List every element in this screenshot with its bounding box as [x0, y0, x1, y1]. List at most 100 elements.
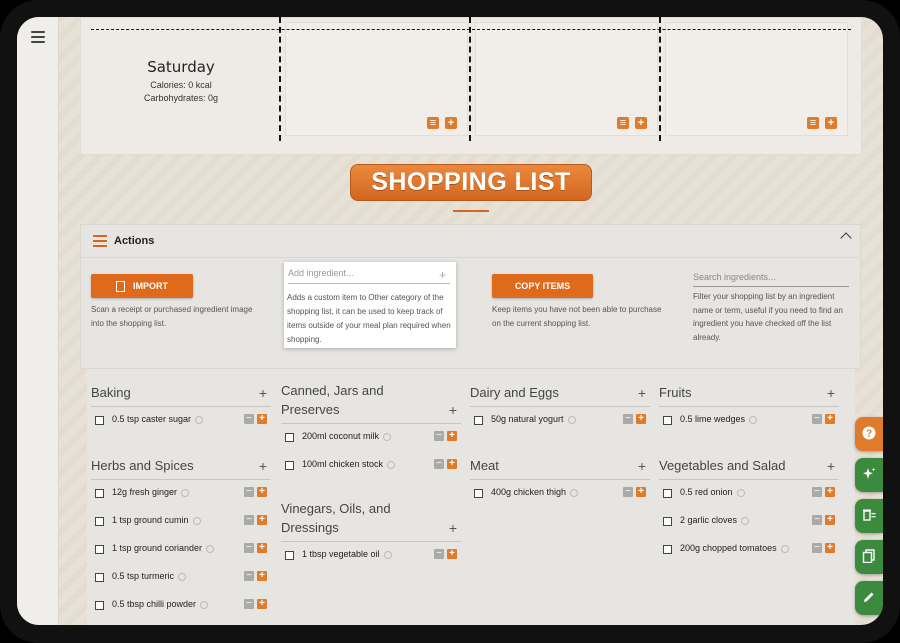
add-item-icon[interactable]: +: [259, 385, 267, 401]
increase-button[interactable]: +: [636, 414, 646, 424]
decrease-button[interactable]: −: [434, 459, 444, 469]
increase-button[interactable]: +: [257, 515, 267, 525]
increase-button[interactable]: +: [825, 515, 835, 525]
add-meal-button[interactable]: +: [635, 117, 647, 129]
item-checkbox[interactable]: [285, 433, 294, 442]
item-checkbox[interactable]: [95, 573, 104, 582]
meal-slot[interactable]: ≡ +: [475, 22, 658, 136]
add-item-icon[interactable]: +: [827, 385, 835, 401]
item-checkbox[interactable]: [474, 489, 483, 498]
item-checkbox[interactable]: [95, 517, 104, 526]
info-icon[interactable]: [387, 460, 396, 469]
note-icon[interactable]: ≡: [427, 117, 439, 129]
add-ingredient-plus-icon[interactable]: +: [439, 268, 446, 282]
add-item-icon[interactable]: +: [638, 385, 646, 401]
add-meal-button[interactable]: +: [445, 117, 457, 129]
decrease-button[interactable]: −: [244, 515, 254, 525]
info-icon[interactable]: [567, 415, 576, 424]
copy-fab[interactable]: [855, 540, 883, 574]
decrease-button[interactable]: −: [244, 487, 254, 497]
increase-button[interactable]: +: [447, 549, 457, 559]
increase-button[interactable]: +: [257, 571, 267, 581]
increase-button[interactable]: +: [825, 414, 835, 424]
edit-fab[interactable]: [855, 581, 883, 615]
item-checkbox[interactable]: [663, 489, 672, 498]
item-checkbox[interactable]: [663, 517, 672, 526]
info-icon[interactable]: [780, 544, 789, 553]
item-name: 200g chopped tomatoes: [680, 543, 777, 553]
item-checkbox[interactable]: [95, 545, 104, 554]
info-icon[interactable]: [570, 488, 579, 497]
info-icon[interactable]: [383, 432, 392, 441]
add-meal-button[interactable]: +: [825, 117, 837, 129]
search-ingredients-input[interactable]: Search ingredients...: [693, 272, 849, 287]
decrease-button[interactable]: −: [434, 549, 444, 559]
decrease-button[interactable]: −: [244, 571, 254, 581]
decrease-button[interactable]: −: [244, 599, 254, 609]
category-title: Herbs and Spices: [91, 458, 194, 473]
decrease-button[interactable]: −: [244, 414, 254, 424]
info-icon[interactable]: [741, 516, 750, 525]
item-checkbox[interactable]: [474, 416, 483, 425]
info-icon[interactable]: [206, 544, 215, 553]
category-title: Fruits: [659, 385, 692, 400]
side-rail: [17, 17, 59, 625]
add-item-icon[interactable]: +: [449, 520, 457, 536]
increase-button[interactable]: +: [257, 543, 267, 553]
note-icon[interactable]: ≡: [807, 117, 819, 129]
info-icon[interactable]: [181, 488, 190, 497]
item-checkbox[interactable]: [663, 416, 672, 425]
item-checkbox[interactable]: [95, 489, 104, 498]
decrease-button[interactable]: −: [812, 543, 822, 553]
info-icon[interactable]: [195, 415, 204, 424]
note-icon[interactable]: ≡: [617, 117, 629, 129]
increase-button[interactable]: +: [825, 543, 835, 553]
increase-button[interactable]: +: [447, 431, 457, 441]
add-item-icon[interactable]: +: [638, 458, 646, 474]
import-button[interactable]: IMPORT: [91, 274, 193, 298]
add-item-icon[interactable]: +: [449, 402, 457, 418]
decrease-button[interactable]: −: [812, 414, 822, 424]
increase-button[interactable]: +: [257, 599, 267, 609]
increase-button[interactable]: +: [257, 414, 267, 424]
meal-slot[interactable]: ≡ +: [285, 22, 468, 136]
item-name: 0.5 tsp turmeric: [112, 571, 175, 581]
increase-button[interactable]: +: [257, 487, 267, 497]
decrease-button[interactable]: −: [623, 487, 633, 497]
decrease-button[interactable]: −: [434, 431, 444, 441]
help-fab[interactable]: ?: [855, 417, 883, 451]
item-checkbox[interactable]: [95, 416, 104, 425]
info-icon[interactable]: [178, 572, 187, 581]
info-icon[interactable]: [200, 600, 209, 609]
add-item-icon[interactable]: +: [259, 458, 267, 474]
item-checkbox[interactable]: [95, 601, 104, 610]
meal-slot[interactable]: ≡ +: [665, 22, 848, 136]
hamburger-menu-icon[interactable]: [31, 31, 45, 46]
increase-button[interactable]: +: [825, 487, 835, 497]
info-icon[interactable]: [383, 550, 392, 559]
decrease-button[interactable]: −: [812, 487, 822, 497]
add-ingredient-input[interactable]: Add ingredient...: [288, 268, 450, 284]
info-icon[interactable]: [736, 488, 745, 497]
add-item-icon[interactable]: +: [827, 458, 835, 474]
add-ingredient-box: Add ingredient... + Adds a custom item t…: [284, 262, 456, 348]
item-checkbox[interactable]: [663, 545, 672, 554]
clear-list-fab[interactable]: [855, 499, 883, 533]
increase-button[interactable]: +: [447, 459, 457, 469]
increase-button[interactable]: +: [636, 487, 646, 497]
list-item: 200g chopped tomatoes − +: [659, 536, 839, 564]
copy-items-button[interactable]: COPY ITEMS: [492, 274, 593, 298]
chevron-up-icon[interactable]: [840, 232, 852, 244]
item-name: 200ml coconut milk: [302, 431, 380, 441]
item-checkbox[interactable]: [285, 551, 294, 560]
actions-header[interactable]: Actions: [81, 225, 860, 258]
ai-fab[interactable]: [855, 458, 883, 492]
decrease-button[interactable]: −: [244, 543, 254, 553]
category-title: Baking: [91, 385, 131, 400]
add-ingredient-help: Adds a custom item to Other category of …: [287, 293, 451, 344]
info-icon[interactable]: [749, 415, 758, 424]
decrease-button[interactable]: −: [623, 414, 633, 424]
decrease-button[interactable]: −: [812, 515, 822, 525]
item-checkbox[interactable]: [285, 461, 294, 470]
info-icon[interactable]: [192, 516, 201, 525]
